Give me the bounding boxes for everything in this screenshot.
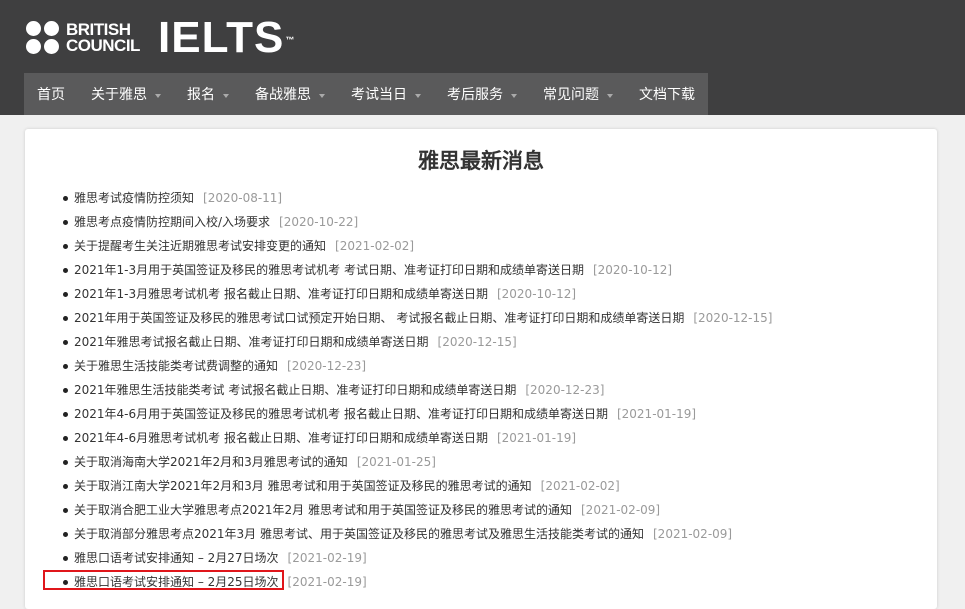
news-date: [2020-12-23] — [525, 383, 605, 397]
news-date: [2021-02-09] — [653, 527, 733, 541]
caret-down-icon — [155, 94, 161, 98]
news-date: [2021-01-19] — [496, 431, 577, 445]
news-item: 关于取消海南大学2021年2月和3月雅思考试的通知 [2021-01-25] — [62, 452, 772, 476]
news-date: [2021-02-02] — [335, 239, 415, 253]
news-link[interactable]: 2021年用于英国签证及移民的雅思考试口试预定开始日期、 考试报名截止日期、准考… — [74, 311, 684, 325]
nav-item-4[interactable]: 考试当日 — [338, 73, 434, 115]
news-link[interactable]: 雅思口语考试安排通知 – 2月27日场次 — [74, 551, 279, 565]
news-link[interactable]: 2021年雅思生活技能类考试 考试报名截止日期、准考证打印日期和成绩单寄送日期 — [74, 383, 516, 397]
news-link[interactable]: 2021年雅思考试报名截止日期、准考证打印日期和成绩单寄送日期 — [74, 335, 429, 349]
caret-down-icon — [415, 94, 421, 98]
ielts-text: IELTS — [158, 13, 285, 62]
news-date: [2020-12-15] — [693, 311, 773, 325]
news-link[interactable]: 关于取消合肥工业大学雅思考点2021年2月 雅思考试和用于英国签证及移民的雅思考… — [74, 503, 572, 517]
news-item: 雅思口语考试安排通知 – 2月27日场次 [2021-02-19] — [62, 548, 772, 572]
site-header: BRITISH COUNCIL IELTS™ 首页 关于雅思 报名 备战雅思 考试当日 考… — [0, 0, 965, 115]
news-link[interactable]: 2021年1-3月雅思考试机考 报名截止日期、准考证打印日期和成绩单寄送日期 — [74, 287, 488, 301]
news-item: 雅思考试疫情防控须知 [2020-08-11] — [62, 188, 772, 212]
news-link[interactable]: 2021年4-6月雅思考试机考 报名截止日期、准考证打印日期和成绩单寄送日期 — [74, 431, 488, 445]
news-item: 关于雅思生活技能类考试费调整的通知 [2020-12-23] — [62, 356, 772, 380]
news-item: 2021年4-6月雅思考试机考 报名截止日期、准考证打印日期和成绩单寄送日期 [2… — [62, 428, 772, 452]
news-card: 雅思最新消息 雅思考试疫情防控须知 [2020-08-11] 雅思考点疫情防控期间入… — [25, 129, 937, 609]
british-council-wordmark: BRITISH COUNCIL — [66, 21, 146, 55]
news-item: 2021年1-3月雅思考试机考 报名截止日期、准考证打印日期和成绩单寄送日期 [2… — [62, 284, 772, 308]
nav-item-label: 文档下载 — [639, 87, 695, 103]
highlight-box — [43, 570, 284, 590]
news-date: [2020-10-12] — [496, 287, 577, 301]
news-link[interactable]: 2021年4-6月用于英国签证及移民的雅思考试机考 报名截止日期、准考证打印日期… — [74, 407, 608, 421]
nav-item-3[interactable]: 备战雅思 — [242, 73, 338, 115]
news-item: 2021年雅思生活技能类考试 考试报名截止日期、准考证打印日期和成绩单寄送日期 [… — [62, 380, 772, 404]
news-list: 雅思考试疫情防控须知 [2020-08-11] 雅思考点疫情防控期间入校/入场要求 [… — [43, 188, 773, 596]
nav-item-label: 考试当日 — [351, 87, 407, 103]
news-date: [2021-01-19] — [616, 407, 697, 421]
nav-item-5[interactable]: 考后服务 — [434, 73, 530, 115]
news-item: 雅思考点疫情防控期间入校/入场要求 [2020-10-22] — [62, 212, 772, 236]
nav-item-0[interactable]: 首页 — [24, 73, 78, 115]
nav-item-label: 备战雅思 — [255, 87, 311, 103]
nav-item-label: 关于雅思 — [91, 87, 147, 103]
news-item: 2021年雅思考试报名截止日期、准考证打印日期和成绩单寄送日期 [2020-12-… — [62, 332, 772, 356]
news-link[interactable]: 雅思考试疫情防控须知 — [74, 191, 194, 205]
news-link[interactable]: 关于取消部分雅思考点2021年3月 雅思考试、用于英国签证及移民的雅思考试及雅思… — [74, 527, 644, 541]
news-item: 雅思口语考试安排通知 – 2月25日场次 [2021-02-19] — [43, 570, 772, 596]
news-date: [2021-01-25] — [356, 455, 436, 469]
news-link[interactable]: 雅思考点疫情防控期间入校/入场要求 — [74, 215, 270, 229]
news-date: [2020-08-11] — [203, 191, 283, 205]
bc-line-2: COUNCIL — [66, 36, 140, 55]
news-date: [2021-02-09] — [581, 503, 661, 517]
news-date: [2020-12-15] — [437, 335, 517, 349]
news-link[interactable]: 关于雅思生活技能类考试费调整的通知 — [74, 359, 278, 373]
nav-item-2[interactable]: 报名 — [174, 73, 242, 115]
logo[interactable]: BRITISH COUNCIL IELTS™ — [26, 16, 296, 60]
nav-item-6[interactable]: 常见问题 — [530, 73, 626, 115]
news-item: 关于取消江南大学2021年2月和3月 雅思考试和用于英国签证及移民的雅思考试的通… — [62, 476, 772, 500]
nav-item-label: 首页 — [37, 87, 65, 103]
news-item: 关于取消部分雅思考点2021年3月 雅思考试、用于英国签证及移民的雅思考试及雅思… — [62, 524, 772, 548]
main-nav: 首页 关于雅思 报名 备战雅思 考试当日 考后服务 常见问题 文档下载 — [24, 73, 708, 115]
british-council-dots-icon — [26, 21, 60, 55]
news-item: 关于提醒考生关注近期雅思考试安排变更的通知 [2021-02-02] — [62, 236, 772, 260]
news-item: 关于取消合肥工业大学雅思考点2021年2月 雅思考试和用于英国签证及移民的雅思考… — [62, 500, 772, 524]
news-link[interactable]: 关于取消海南大学2021年2月和3月雅思考试的通知 — [74, 455, 348, 469]
news-item: 2021年4-6月用于英国签证及移民的雅思考试机考 报名截止日期、准考证打印日期… — [62, 404, 772, 428]
nav-item-label: 考后服务 — [447, 87, 503, 103]
news-date: [2020-10-12] — [592, 263, 673, 277]
news-date: [2020-10-22] — [279, 215, 359, 229]
news-date: [2021-02-19] — [287, 551, 367, 565]
caret-down-icon — [511, 94, 517, 98]
trademark-symbol: ™ — [285, 35, 296, 45]
ielts-wordmark: IELTS™ — [158, 16, 296, 60]
news-item: 2021年1-3月用于英国签证及移民的雅思考试机考 考试日期、准考证打印日期和成… — [62, 260, 772, 284]
news-date: [2021-02-19] — [287, 575, 367, 589]
page-title: 雅思最新消息 — [418, 149, 544, 173]
nav-item-label: 常见问题 — [543, 87, 599, 103]
news-item: 2021年用于英国签证及移民的雅思考试口试预定开始日期、 考试报名截止日期、准考… — [62, 308, 773, 332]
nav-item-7[interactable]: 文档下载 — [626, 73, 708, 115]
news-date: [2021-02-02] — [540, 479, 620, 493]
caret-down-icon — [319, 94, 325, 98]
news-link[interactable]: 关于提醒考生关注近期雅思考试安排变更的通知 — [74, 239, 326, 253]
caret-down-icon — [607, 94, 613, 98]
caret-down-icon — [223, 94, 229, 98]
news-link[interactable]: 2021年1-3月用于英国签证及移民的雅思考试机考 考试日期、准考证打印日期和成… — [74, 263, 584, 277]
nav-item-1[interactable]: 关于雅思 — [78, 73, 174, 115]
nav-item-label: 报名 — [187, 87, 215, 103]
news-date: [2020-12-23] — [287, 359, 367, 373]
news-link[interactable]: 关于取消江南大学2021年2月和3月 雅思考试和用于英国签证及移民的雅思考试的通… — [74, 479, 532, 493]
